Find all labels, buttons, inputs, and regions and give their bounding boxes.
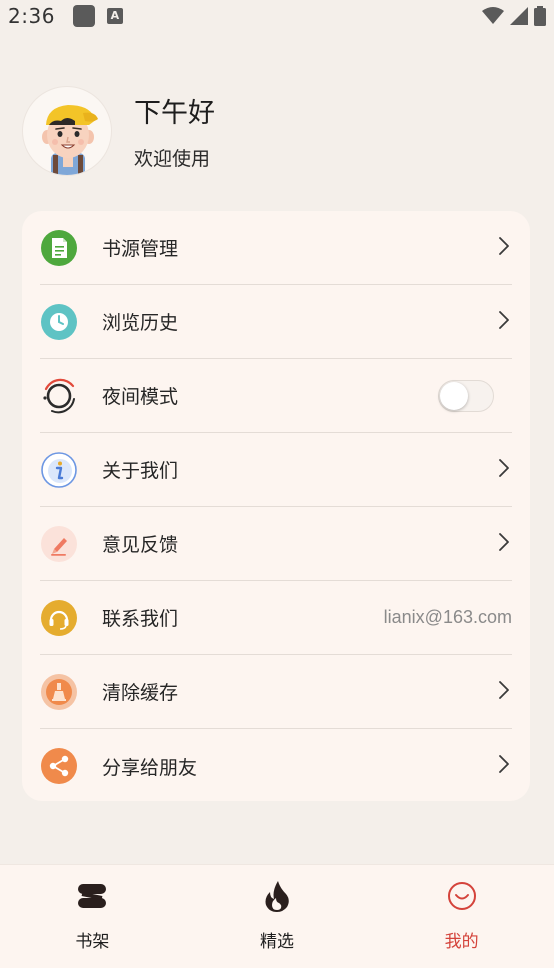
nav-item-bookshelf[interactable]: 书架	[0, 865, 185, 968]
contact-email: lianix@163.com	[383, 607, 512, 627]
nav-item-mine[interactable]: 我的	[369, 865, 554, 968]
chevron-right-icon	[498, 754, 510, 778]
wifi-icon	[482, 7, 504, 24]
profile-header: 下午好 欢迎使用	[22, 86, 215, 176]
nav-label: 书架	[75, 932, 110, 952]
toggle-knob	[440, 381, 468, 410]
info-icon	[40, 451, 78, 489]
chevron-right-icon	[498, 680, 510, 704]
menu-item-share[interactable]: 分享给朋友	[40, 729, 512, 803]
greeting-title: 下午好	[134, 98, 215, 129]
bottom-nav: 书架 精选 我的	[0, 864, 554, 968]
chevron-right-icon	[498, 310, 510, 334]
notification-square-icon	[72, 5, 95, 27]
text-a-icon: A	[106, 8, 123, 24]
menu-label: 书源管理	[102, 238, 179, 260]
flame-icon	[260, 879, 294, 913]
menu-label: 清除缓存	[102, 682, 179, 704]
menu-label: 夜间模式	[102, 386, 179, 408]
menu-item-contact-us[interactable]: 联系我们 lianix@163.com	[40, 581, 512, 655]
battery-icon	[534, 6, 546, 26]
nav-label: 我的	[444, 932, 479, 952]
headset-icon	[40, 599, 78, 637]
menu-item-about-us[interactable]: 关于我们	[40, 433, 512, 507]
welcome-subtitle: 欢迎使用	[134, 148, 211, 170]
status-bar: 2:36 A	[0, 0, 554, 32]
menu-item-feedback[interactable]: 意见反馈	[40, 507, 512, 581]
menu-label: 意见反馈	[102, 534, 179, 556]
menu-label: 关于我们	[102, 460, 179, 482]
document-icon	[40, 229, 78, 267]
menu-item-night-mode: 夜间模式	[40, 359, 512, 433]
feedback-pen-icon	[40, 525, 78, 563]
menu-item-source-management[interactable]: 书源管理	[40, 211, 512, 285]
clock-icon	[40, 303, 78, 341]
smiley-icon	[445, 879, 479, 913]
chevron-right-icon	[498, 532, 510, 556]
avatar[interactable]	[22, 86, 112, 176]
share-icon	[40, 747, 78, 785]
signal-icon	[510, 7, 528, 25]
chevron-right-icon	[498, 458, 510, 482]
nav-item-featured[interactable]: 精选	[185, 865, 370, 968]
menu-item-browse-history[interactable]: 浏览历史	[40, 285, 512, 359]
night-mode-icon	[40, 377, 78, 415]
menu-label: 浏览历史	[102, 312, 179, 334]
cartoon-boy-avatar-icon	[42, 105, 98, 175]
settings-menu: 书源管理 浏览历史 夜间模式 关于我们 意见反馈 联系我们 lianix@163…	[22, 211, 530, 801]
status-time: 2:36	[8, 4, 55, 28]
night-mode-toggle[interactable]	[438, 379, 494, 412]
bookshelf-icon	[75, 879, 109, 913]
chevron-right-icon	[498, 236, 510, 260]
menu-label: 联系我们	[102, 608, 179, 630]
broom-icon	[40, 673, 78, 711]
menu-item-clear-cache[interactable]: 清除缓存	[40, 655, 512, 729]
nav-label: 精选	[260, 932, 294, 952]
menu-label: 分享给朋友	[102, 756, 198, 779]
